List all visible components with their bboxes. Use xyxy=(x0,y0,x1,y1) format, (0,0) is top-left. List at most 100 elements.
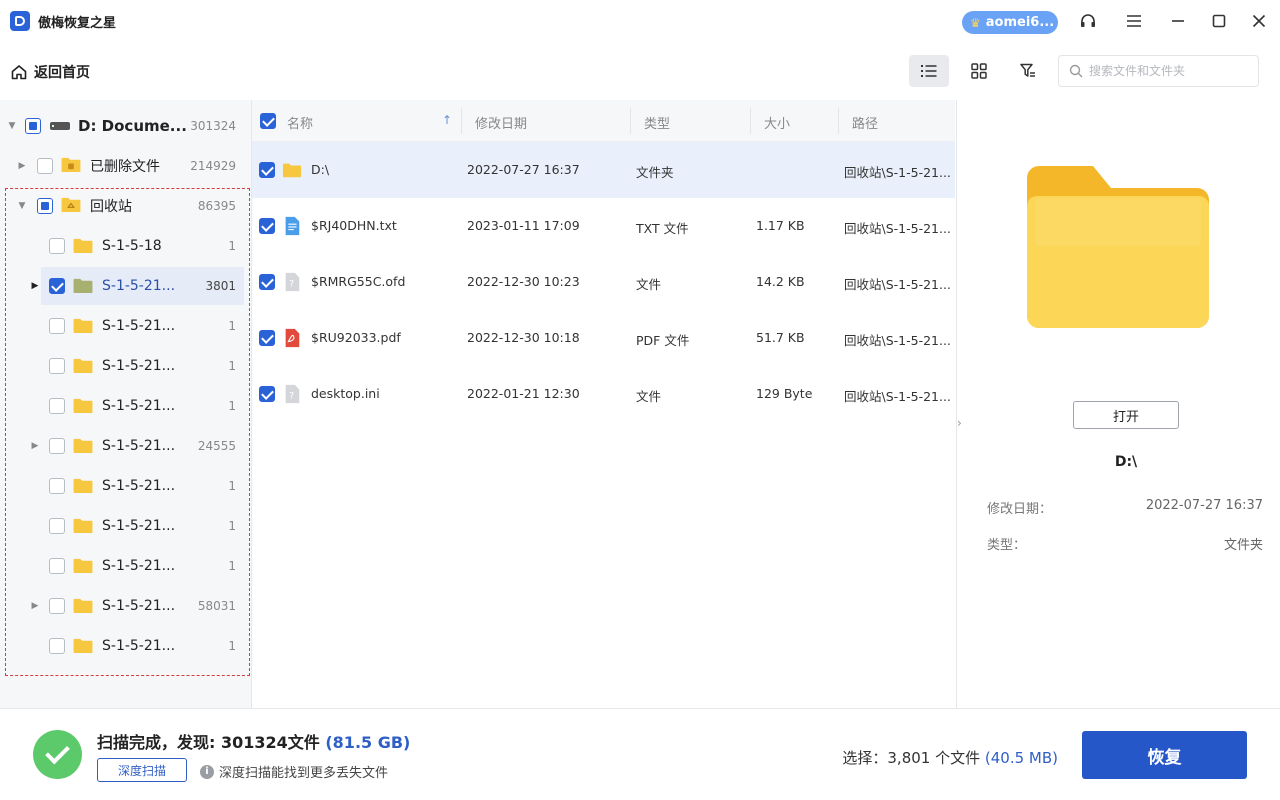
file-path: 回收站\S-1-5-21... xyxy=(844,333,951,348)
folder-tree: ▼ D: Docume... 301324 ▶ 已删除文件 214929 ▼ 回… xyxy=(0,100,252,708)
title-bar: 傲梅恢复之星 ♛ aomei6... xyxy=(0,0,1280,42)
tree-checkbox[interactable] xyxy=(49,398,65,414)
tree-checkbox[interactable] xyxy=(49,278,65,294)
row-checkbox[interactable] xyxy=(259,218,275,234)
minimize-icon[interactable] xyxy=(1167,10,1189,32)
file-row[interactable]: D:\ 2022-07-27 16:37 文件夹 回收站\S-1-5-21... xyxy=(252,142,955,198)
menu-icon[interactable] xyxy=(1123,10,1145,32)
tree-item-folder[interactable]: S-1-5-18 1 xyxy=(0,226,252,266)
open-button[interactable]: 打开 xyxy=(1073,401,1179,429)
pdf-file-icon xyxy=(285,328,300,348)
tree-item-folder[interactable]: ▶ S-1-5-21... 24555 xyxy=(0,426,252,466)
tree-count: 86395 xyxy=(197,199,236,213)
column-header-type[interactable]: 类型 xyxy=(644,113,670,132)
tree-label: S-1-5-18 xyxy=(102,238,162,254)
list-view-button[interactable] xyxy=(909,55,949,87)
row-checkbox[interactable] xyxy=(259,330,275,346)
tree-item-folder[interactable]: S-1-5-21... 1 xyxy=(0,346,252,386)
expand-arrow-icon[interactable]: ▶ xyxy=(18,161,26,171)
status-bar: 扫描完成，发现: 301324文件 (81.5 GB) 深度扫描 i 深度扫描能… xyxy=(0,708,1280,800)
expand-arrow-icon[interactable]: ▶ xyxy=(31,601,39,611)
tree-count: 58031 xyxy=(197,599,236,613)
collapse-arrow-icon[interactable]: ▼ xyxy=(8,121,16,131)
file-name: $RMRG55C.ofd xyxy=(311,274,406,289)
file-row[interactable]: $RU92033.pdf 2022-12-30 10:18 PDF 文件 51.… xyxy=(252,310,955,366)
search-icon xyxy=(1069,64,1083,78)
tree-checkbox[interactable] xyxy=(37,158,53,174)
file-list: 名称 ↑ 修改日期 类型 大小 路径 D:\ 2022-07-27 16:37 … xyxy=(252,100,955,708)
scan-total-size: (81.5 GB) xyxy=(325,733,411,752)
search-input[interactable] xyxy=(1089,64,1249,78)
tree-item-folder[interactable]: S-1-5-21... 1 xyxy=(0,626,252,666)
maximize-icon[interactable] xyxy=(1208,10,1230,32)
tree-checkbox[interactable] xyxy=(49,598,65,614)
tree-count: 24555 xyxy=(197,439,236,453)
close-icon[interactable] xyxy=(1248,10,1270,32)
tree-checkbox[interactable] xyxy=(49,478,65,494)
tree-item-folder[interactable]: S-1-5-21... 1 xyxy=(0,506,252,546)
back-home-button[interactable]: 返回首页 xyxy=(10,62,90,82)
deleted-folder-icon xyxy=(61,157,81,173)
tree-item-folder[interactable]: S-1-5-21... 1 xyxy=(0,466,252,506)
tree-item-folder-selected[interactable]: ▶ S-1-5-21... 3801 xyxy=(0,266,252,306)
select-all-checkbox[interactable] xyxy=(260,113,276,129)
filter-button[interactable] xyxy=(1008,55,1048,87)
tree-count: 1 xyxy=(228,639,236,653)
grid-view-button[interactable] xyxy=(959,55,999,87)
collapse-arrow-icon[interactable]: ▼ xyxy=(18,201,26,211)
user-account-button[interactable]: ♛ aomei6... xyxy=(962,11,1058,34)
tree-item-folder[interactable]: S-1-5-21... 1 xyxy=(0,306,252,346)
file-type: 文件 xyxy=(636,389,662,404)
tree-item-recycle-bin[interactable]: ▼ 回收站 86395 xyxy=(0,186,252,226)
recover-button[interactable]: 恢复 xyxy=(1082,731,1247,779)
tree-checkbox[interactable] xyxy=(25,118,41,134)
tree-root-drive[interactable]: ▼ D: Docume... 301324 xyxy=(0,106,252,146)
tree-label: S-1-5-21... xyxy=(102,358,176,374)
app-logo-icon xyxy=(10,11,30,31)
tree-label: S-1-5-21... xyxy=(102,398,176,414)
deep-scan-tip: i 深度扫描能找到更多丢失文件 xyxy=(200,762,388,781)
tree-count: 1 xyxy=(228,319,236,333)
file-row[interactable]: ? $RMRG55C.ofd 2022-12-30 10:23 文件 14.2 … xyxy=(252,254,955,310)
sort-up-icon[interactable]: ↑ xyxy=(442,113,452,127)
tree-label: S-1-5-21... xyxy=(102,518,176,534)
tree-checkbox[interactable] xyxy=(49,638,65,654)
file-row[interactable]: $RJ40DHN.txt 2023-01-11 17:09 TXT 文件 1.1… xyxy=(252,198,955,254)
column-header-path[interactable]: 路径 xyxy=(852,113,878,132)
folder-icon xyxy=(73,598,93,614)
list-view-icon xyxy=(921,65,937,77)
file-date: 2022-12-30 10:18 xyxy=(467,330,580,345)
tree-item-folder[interactable]: ▶ S-1-5-21... 58031 xyxy=(0,586,252,626)
file-row[interactable]: ? desktop.ini 2022-01-21 12:30 文件 129 By… xyxy=(252,366,955,422)
deep-scan-button[interactable]: 深度扫描 xyxy=(97,758,187,782)
tree-checkbox[interactable] xyxy=(49,238,65,254)
folder-icon xyxy=(73,318,93,334)
type-value: 文件夹 xyxy=(1223,538,1263,553)
tree-checkbox[interactable] xyxy=(49,438,65,454)
expand-arrow-icon[interactable]: ▶ xyxy=(31,281,39,291)
back-home-label: 返回首页 xyxy=(34,65,90,81)
tree-checkbox[interactable] xyxy=(37,198,53,214)
tree-checkbox[interactable] xyxy=(49,318,65,334)
search-box[interactable] xyxy=(1058,55,1259,87)
chevron-right-icon[interactable]: › xyxy=(957,416,962,430)
tree-item-folder[interactable]: S-1-5-21... 1 xyxy=(0,546,252,586)
tree-item-deleted-files[interactable]: ▶ 已删除文件 214929 xyxy=(0,146,252,186)
row-checkbox[interactable] xyxy=(259,162,275,178)
row-checkbox[interactable] xyxy=(259,386,275,402)
tree-checkbox[interactable] xyxy=(49,358,65,374)
column-header-size[interactable]: 大小 xyxy=(764,113,790,132)
modified-date-value: 2022-07-27 16:37 xyxy=(1145,498,1263,513)
expand-arrow-icon[interactable]: ▶ xyxy=(31,441,39,451)
column-header-date[interactable]: 修改日期 xyxy=(475,113,527,132)
folder-icon xyxy=(282,163,302,178)
file-size: 51.7 KB xyxy=(756,330,805,345)
modified-date-label: 修改日期： xyxy=(987,502,1053,517)
tree-item-folder[interactable]: S-1-5-21... 1 xyxy=(0,386,252,426)
tree-checkbox[interactable] xyxy=(49,518,65,534)
column-header-name[interactable]: 名称 xyxy=(287,113,313,132)
tree-checkbox[interactable] xyxy=(49,558,65,574)
row-checkbox[interactable] xyxy=(259,274,275,290)
support-headset-icon[interactable] xyxy=(1077,10,1099,32)
file-path: 回收站\S-1-5-21... xyxy=(844,277,951,292)
